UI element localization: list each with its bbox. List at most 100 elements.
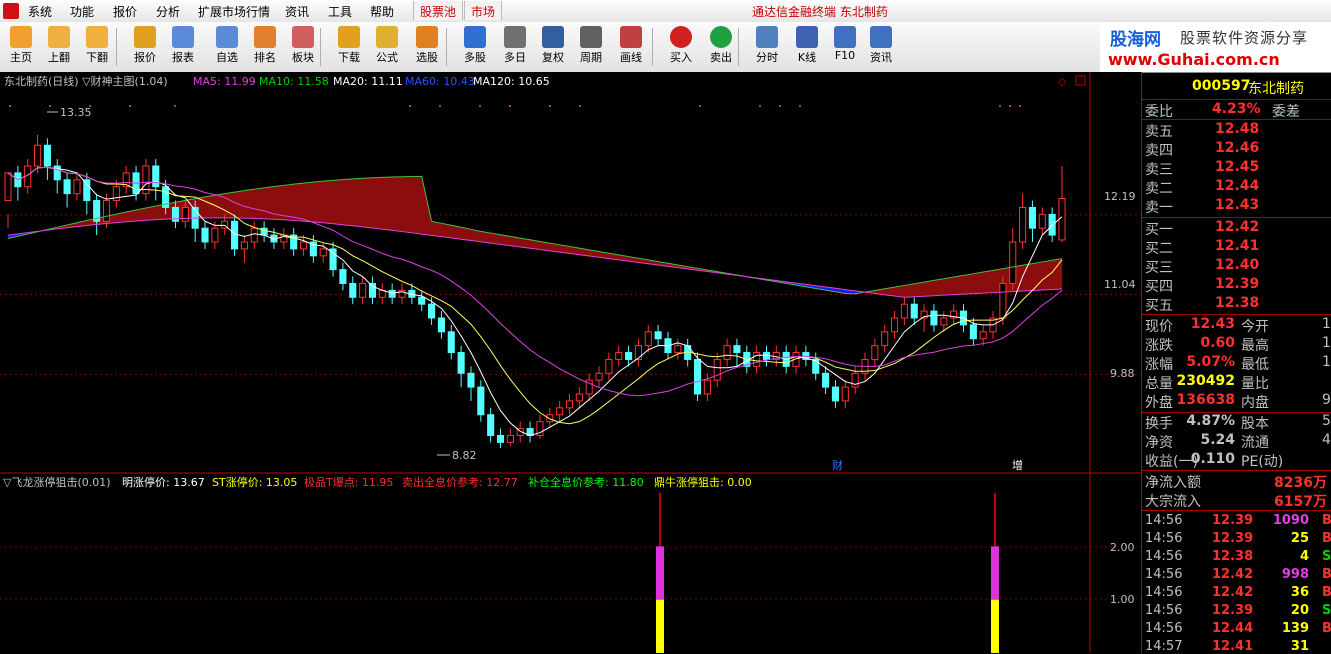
candle[interactable] bbox=[1038, 213, 1046, 229]
diamond-icon[interactable]: ◇ bbox=[1058, 75, 1067, 88]
candle[interactable] bbox=[250, 227, 258, 243]
candle[interactable] bbox=[319, 248, 327, 257]
candle[interactable] bbox=[152, 165, 160, 188]
candle[interactable] bbox=[812, 358, 820, 374]
menu-function[interactable]: 功能 bbox=[70, 3, 94, 20]
toolbar-button-1[interactable]: 上翻 bbox=[40, 24, 78, 70]
increase-marker[interactable]: 增 bbox=[1012, 458, 1023, 472]
candle[interactable] bbox=[299, 241, 308, 250]
sell-level-price[interactable]: 12.44 bbox=[1215, 178, 1259, 194]
candle[interactable] bbox=[457, 352, 465, 374]
candle[interactable] bbox=[625, 352, 633, 360]
candle[interactable] bbox=[753, 352, 761, 367]
candle[interactable] bbox=[467, 372, 475, 388]
candle[interactable] bbox=[723, 345, 731, 360]
menu-system[interactable]: 系统 bbox=[28, 3, 52, 20]
candle[interactable] bbox=[1048, 213, 1056, 236]
candle[interactable] bbox=[506, 434, 514, 443]
candle[interactable] bbox=[831, 386, 839, 402]
candle[interactable] bbox=[211, 227, 219, 243]
candle[interactable] bbox=[43, 144, 51, 167]
candle[interactable] bbox=[546, 414, 554, 423]
toolbar-button-8[interactable]: 下载 bbox=[330, 24, 368, 70]
kline-chart[interactable]: 东北制药(日线) ▽财神主图(1.04) MA5: 11.99 MA10: 11.… bbox=[0, 72, 1141, 653]
candle[interactable] bbox=[349, 282, 357, 298]
toolbar-button-15[interactable]: 画线 bbox=[612, 24, 650, 70]
app-logo-icon[interactable] bbox=[3, 3, 19, 19]
toolbar-button-14[interactable]: 周期 bbox=[572, 24, 610, 70]
toolbar-button-10[interactable]: 选股 bbox=[408, 24, 446, 70]
candle[interactable] bbox=[999, 282, 1007, 319]
toolbar-button-13[interactable]: 复权 bbox=[534, 24, 572, 70]
candle[interactable] bbox=[1028, 206, 1037, 229]
candle[interactable] bbox=[496, 434, 505, 443]
toolbar-button-18[interactable]: 分时 bbox=[748, 24, 786, 70]
candle[interactable] bbox=[615, 352, 623, 360]
toolbar-button-3[interactable]: 报价 bbox=[126, 24, 164, 70]
tab-market[interactable]: 市场 bbox=[464, 1, 503, 20]
sell-level-price[interactable]: 12.48 bbox=[1215, 121, 1259, 137]
candle[interactable] bbox=[201, 227, 209, 243]
candle[interactable] bbox=[851, 372, 859, 388]
candle[interactable] bbox=[900, 303, 908, 319]
tab-stock-pool[interactable]: 股票池 bbox=[413, 1, 464, 20]
menu-quote[interactable]: 报价 bbox=[113, 3, 137, 20]
candle[interactable] bbox=[73, 179, 81, 195]
candle[interactable] bbox=[703, 379, 711, 395]
toolbar-button-4[interactable]: 报表 bbox=[164, 24, 202, 70]
candle[interactable] bbox=[447, 331, 455, 354]
candle[interactable] bbox=[359, 282, 367, 298]
buy-level-price[interactable]: 12.40 bbox=[1215, 257, 1259, 273]
toolbar-button-21[interactable]: 资讯 bbox=[862, 24, 900, 70]
menu-help[interactable]: 帮助 bbox=[370, 3, 394, 20]
sell-level-price[interactable]: 12.46 bbox=[1215, 140, 1259, 156]
candle[interactable] bbox=[63, 179, 71, 195]
sell-level-price[interactable]: 12.43 bbox=[1215, 197, 1259, 213]
sell-level-price[interactable]: 12.45 bbox=[1215, 159, 1259, 175]
candle[interactable] bbox=[428, 303, 436, 319]
candle[interactable] bbox=[654, 331, 662, 340]
candle[interactable] bbox=[240, 241, 248, 250]
candle[interactable] bbox=[713, 358, 721, 381]
candle[interactable] bbox=[634, 345, 642, 360]
candle[interactable] bbox=[881, 331, 889, 347]
candle[interactable] bbox=[487, 414, 495, 436]
toolbar-button-5[interactable]: 自选 bbox=[208, 24, 246, 70]
buy-level-price[interactable]: 12.38 bbox=[1215, 295, 1259, 311]
candle[interactable] bbox=[979, 331, 987, 340]
buy-level-price[interactable]: 12.39 bbox=[1215, 276, 1259, 292]
candle[interactable] bbox=[181, 206, 189, 222]
candle[interactable] bbox=[231, 220, 239, 250]
candle[interactable] bbox=[4, 172, 12, 202]
toolbar-button-17[interactable]: 卖出 bbox=[702, 24, 740, 70]
toolbar-button-9[interactable]: 公式 bbox=[368, 24, 406, 70]
toolbar-button-20[interactable]: F10 bbox=[826, 24, 864, 70]
candle[interactable] bbox=[102, 200, 111, 222]
candle[interactable] bbox=[339, 269, 347, 284]
candle[interactable] bbox=[1009, 241, 1017, 284]
candle[interactable] bbox=[418, 296, 426, 305]
toolbar-button-6[interactable]: 排名 bbox=[246, 24, 284, 70]
candle[interactable] bbox=[388, 289, 396, 298]
candle[interactable] bbox=[437, 317, 445, 333]
candle[interactable] bbox=[930, 310, 938, 326]
toolbar-button-19[interactable]: K线 bbox=[788, 24, 826, 70]
menu-info[interactable]: 资讯 bbox=[285, 3, 309, 20]
candle[interactable] bbox=[605, 358, 613, 374]
toolbar-button-2[interactable]: 下翻 bbox=[78, 24, 116, 70]
candle[interactable] bbox=[83, 179, 91, 202]
toolbar-button-12[interactable]: 多日 bbox=[496, 24, 534, 70]
menu-tools[interactable]: 工具 bbox=[328, 3, 352, 20]
candle[interactable] bbox=[940, 317, 948, 326]
candle[interactable] bbox=[565, 400, 574, 409]
candle[interactable] bbox=[595, 372, 603, 381]
candle[interactable] bbox=[733, 345, 741, 354]
toolbar-button-0[interactable]: 主页 bbox=[2, 24, 40, 70]
candle[interactable] bbox=[841, 386, 849, 402]
toolbar-button-11[interactable]: 多股 bbox=[456, 24, 494, 70]
candle[interactable] bbox=[674, 345, 682, 354]
candle[interactable] bbox=[556, 407, 564, 416]
menu-extended-market[interactable]: 扩展市场行情 bbox=[198, 3, 270, 20]
menu-analysis[interactable]: 分析 bbox=[156, 3, 180, 20]
buy-level-price[interactable]: 12.42 bbox=[1215, 219, 1259, 235]
